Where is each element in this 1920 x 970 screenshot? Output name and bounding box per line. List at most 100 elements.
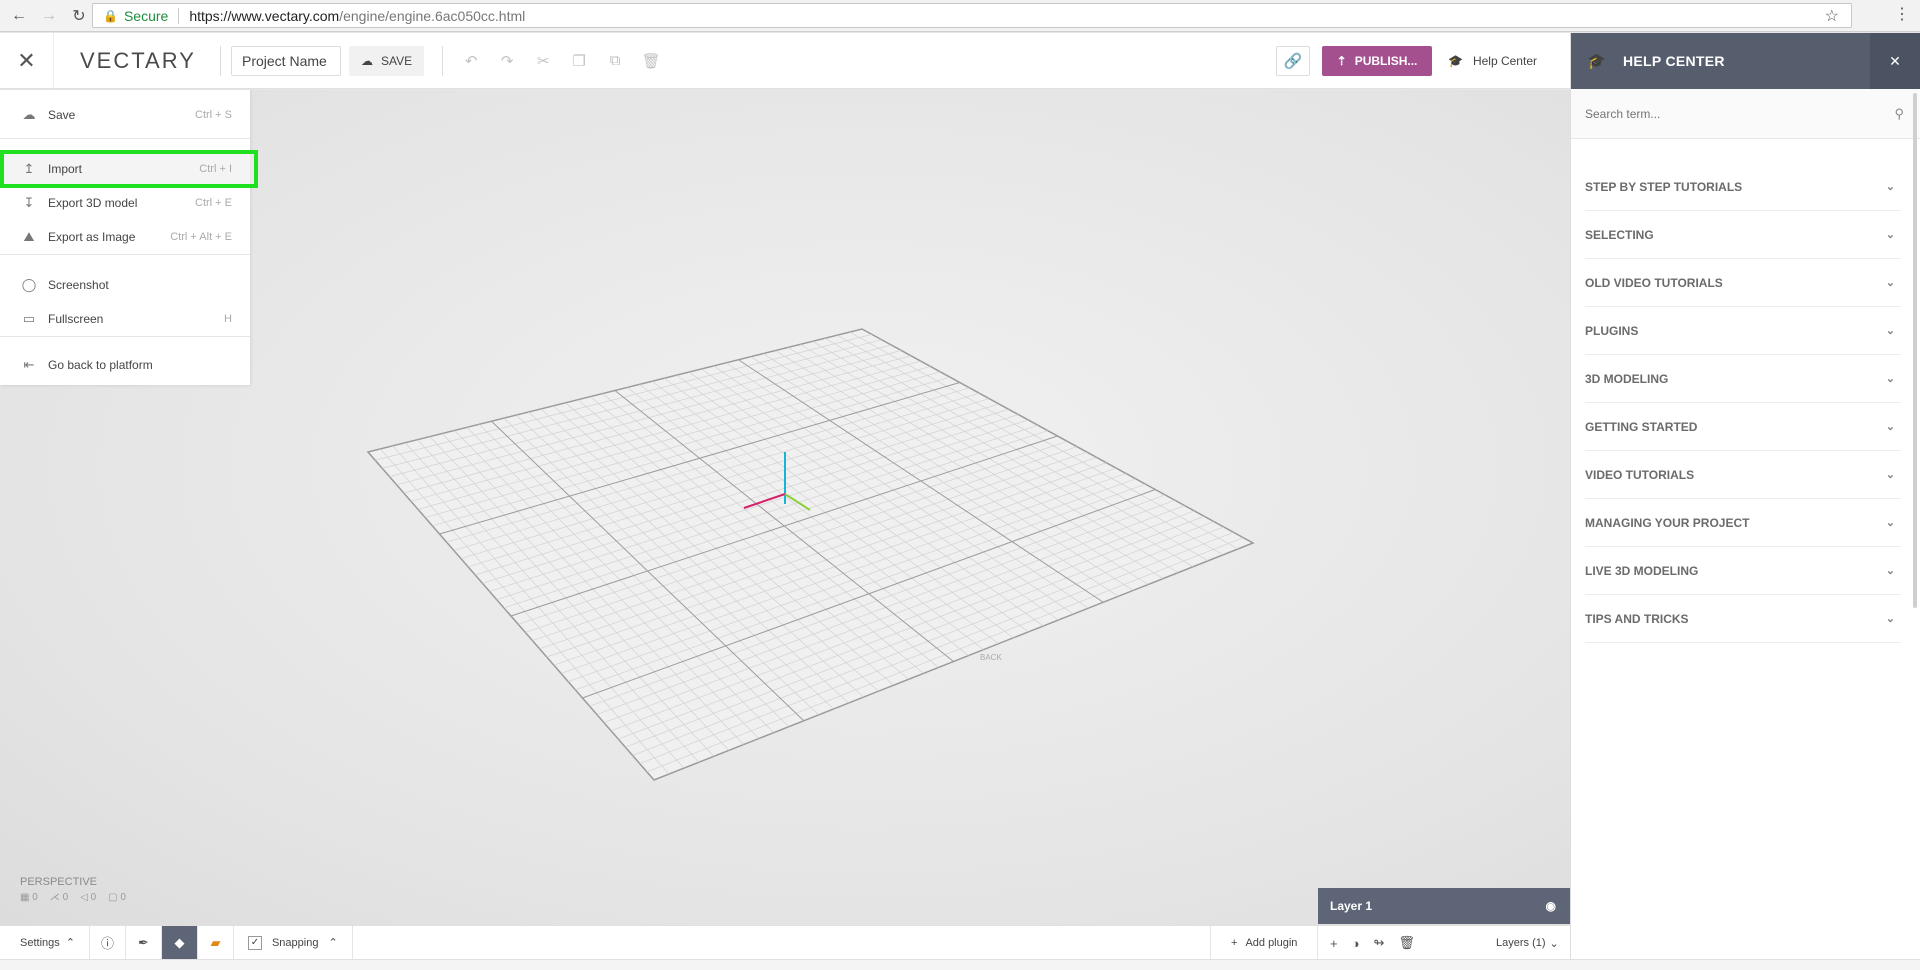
cut-icon[interactable]: ✂ [525, 46, 561, 76]
export-icon: ↧ [23, 195, 35, 210]
menu-item-label: Save [48, 108, 76, 122]
duplicate-icon[interactable]: ⧉ [597, 46, 633, 76]
help-section-video-tutorials[interactable]: VIDEO TUTORIALS ⌄ [1585, 451, 1901, 499]
help-section-selecting[interactable]: SELECTING ⌄ [1585, 211, 1901, 259]
checkbox-checked-icon[interactable]: ✓ [247, 935, 262, 950]
chevron-down-icon: ⌄ [1885, 565, 1895, 577]
bookmark-star-icon[interactable]: ☆ [1825, 6, 1839, 26]
help-section-label: STEP BY STEP TUTORIALS [1585, 179, 1743, 194]
menu-item-label: Import [48, 162, 83, 176]
undo-icon[interactable]: ↶ [453, 46, 489, 76]
save-label: SAVE [381, 53, 413, 68]
pen-icon[interactable]: ✒ [126, 925, 162, 960]
menu-item-save[interactable]: ☁ Save Ctrl + S [0, 98, 250, 132]
add-plugin-button[interactable]: + Add plugin [1210, 926, 1319, 960]
project-name-input[interactable]: Project Name [231, 45, 341, 76]
header-divider [220, 45, 221, 76]
camera-mode-label[interactable]: PERSPECTIVE [20, 876, 97, 888]
help-section-step-by-step[interactable]: STEP BY STEP TUTORIALS ⌄ [1585, 163, 1901, 211]
brand-logo[interactable]: VECTARY [80, 48, 210, 74]
menu-item-import[interactable]: ↥ Import Ctrl + I [0, 152, 250, 186]
help-section-label: TIPS AND TRICKS [1585, 611, 1689, 626]
redo-icon[interactable]: ↷ [489, 46, 525, 76]
menu-item-label: Export as Image [48, 230, 136, 244]
url-host: https://www.vectary.com [189, 7, 340, 24]
forward-icon[interactable]: → [38, 5, 60, 27]
merge-layer-icon[interactable]: ↬ [1373, 935, 1384, 951]
scene-stats: ▦ 0 ⋌ 0 ◁ 0 ▢ 0 [20, 892, 126, 903]
camera-icon: ◯ [21, 277, 37, 292]
stat-edges-value: 0 [62, 892, 69, 903]
stat-objects: ▦ 0 [20, 892, 38, 903]
layers-dropdown[interactable]: Layers (1) ⌄ [1496, 926, 1559, 960]
chevron-up-icon[interactable]: ⌃ [328, 936, 337, 949]
info-icon[interactable]: ⓘ [90, 925, 126, 960]
save-button[interactable]: ☁ SAVE [349, 45, 425, 76]
chevron-down-icon: ⌄ [1885, 277, 1895, 289]
help-search-input[interactable] [1585, 106, 1895, 121]
chevron-up-icon: ⌃ [65, 937, 75, 949]
help-section-old-video[interactable]: OLD VIDEO TUTORIALS ⌄ [1585, 259, 1901, 307]
snapping-label: Snapping [271, 936, 319, 949]
menu-item-fullscreen[interactable]: ▭ Fullscreen H [0, 302, 250, 336]
help-section-tips[interactable]: TIPS AND TRICKS ⌄ [1585, 595, 1901, 643]
menu-item-export-3d[interactable]: ↧ Export 3D model Ctrl + E [0, 186, 250, 220]
help-section-managing-project[interactable]: MANAGING YOUR PROJECT ⌄ [1585, 499, 1901, 547]
delete-icon[interactable]: 🗑 [633, 46, 669, 76]
graduation-cap-icon: 🎓 [1448, 54, 1463, 68]
menu-item-label: Fullscreen [48, 312, 104, 326]
help-section-plugins[interactable]: PLUGINS ⌄ [1585, 307, 1901, 355]
chevron-down-icon: ⌄ [1885, 181, 1895, 193]
back-icon[interactable]: ← [8, 5, 30, 27]
eye-icon[interactable]: ◉ [1546, 899, 1556, 913]
trash-icon[interactable]: 🗑 [1398, 935, 1415, 951]
menu-divider [0, 138, 250, 139]
chevron-down-icon: ⌄ [1885, 469, 1895, 481]
share-link-icon[interactable]: 🔗 [1276, 46, 1310, 76]
help-section-live-3d[interactable]: LIVE 3D MODELING ⌄ [1585, 547, 1901, 595]
help-center-label: Help Center [1472, 54, 1537, 68]
menu-item-export-image[interactable]: ⛰ Export as Image Ctrl + Alt + E [0, 220, 250, 254]
material-cube-icon[interactable]: ◆ [161, 925, 198, 960]
exit-icon: ⇤ [23, 357, 35, 372]
browser-toolbar: ← → ↻ 🔒 Secure https://www.vectary.com/e… [0, 0, 1920, 32]
menu-item-screenshot[interactable]: ◯ Screenshot [0, 268, 250, 302]
plus-icon: + [1231, 937, 1238, 949]
help-section-list: STEP BY STEP TUTORIALS ⌄ SELECTING ⌄ OLD V… [1571, 163, 1901, 643]
help-scrollbar[interactable] [1913, 93, 1917, 608]
import-icon: ↥ [23, 161, 35, 176]
file-menu: ☁ Save Ctrl + S ↥ Import Ctrl + I ↧ Expo… [0, 90, 258, 385]
stat-faces-value: 0 [120, 892, 126, 903]
layer-panel[interactable]: Layer 1 ◉ [1318, 888, 1570, 924]
help-section-label: GETTING STARTED [1585, 419, 1698, 434]
omnibox-divider [178, 7, 180, 24]
reload-icon[interactable]: ↻ [68, 5, 90, 27]
publish-button[interactable]: ⇡ PUBLISH... [1322, 46, 1432, 76]
chevron-down-icon: ⌄ [1885, 517, 1895, 529]
layer-name: Layer 1 [1330, 899, 1373, 913]
browser-menu-icon[interactable]: ⋮ [1894, 6, 1910, 24]
menu-item-shortcut: Ctrl + Alt + E [170, 231, 232, 243]
address-bar[interactable]: 🔒 Secure https://www.vectary.com/engine/… [92, 3, 1852, 28]
snapping-toggle[interactable]: ✓ Snapping ⌃ [234, 925, 353, 960]
menu-item-shortcut: H [224, 313, 232, 325]
help-section-getting-started[interactable]: GETTING STARTED ⌄ [1585, 403, 1901, 451]
close-icon[interactable]: ✕ [1870, 33, 1920, 89]
help-center-button[interactable]: 🎓 Help Center [1448, 46, 1537, 76]
plane-icon[interactable]: ▰ [198, 925, 234, 960]
layers-label: Layers (1) [1496, 937, 1546, 949]
search-icon[interactable]: ⚲ [1894, 106, 1904, 122]
lock-icon: 🔒 [103, 8, 118, 23]
menu-divider [0, 254, 250, 255]
layer-visibility-icon[interactable]: ◑ [1352, 936, 1360, 951]
add-layer-icon[interactable]: + [1330, 936, 1338, 951]
paste-icon[interactable]: ❐ [561, 46, 597, 76]
chevron-down-icon: ⌄ [1549, 937, 1559, 950]
help-section-3d-modeling[interactable]: 3D MODELING ⌄ [1585, 355, 1901, 403]
menu-item-label: Screenshot [48, 278, 109, 292]
close-menu-icon[interactable]: ✕ [0, 32, 54, 89]
monitor-icon: ▭ [22, 311, 36, 326]
menu-item-go-back[interactable]: ⇤ Go back to platform [0, 348, 250, 382]
settings-button[interactable]: Settings ⌃ [0, 925, 90, 960]
help-section-label: VIDEO TUTORIALS [1585, 467, 1695, 482]
